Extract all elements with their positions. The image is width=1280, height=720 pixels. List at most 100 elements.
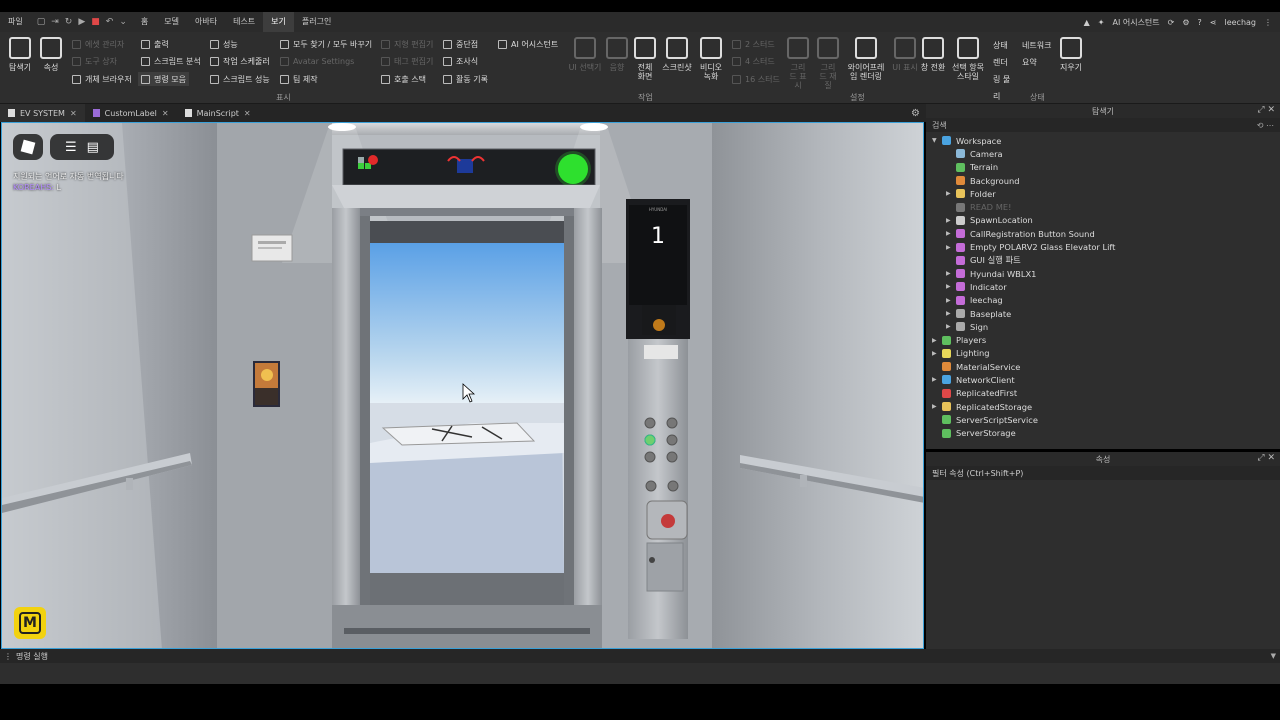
game-logo-button[interactable]: M [14, 607, 46, 639]
explorer-item[interactable]: ▶ Empty POLARV2 Glass Elevator Lift [926, 240, 1280, 253]
close-icon[interactable]: ✕ [244, 109, 251, 118]
collapsed-arrow-icon[interactable]: ▶ [946, 270, 954, 277]
explorer-item[interactable]: ▶ Folder [926, 187, 1280, 200]
stop-icon[interactable]: ■ [91, 17, 100, 27]
explorer-item[interactable]: Background [926, 174, 1280, 187]
menu-model[interactable]: 모델 [156, 12, 187, 32]
explorer-search-input[interactable]: 검색 ⟲ ⋯ [926, 118, 1280, 132]
watch-button[interactable]: 조사식 [443, 54, 478, 68]
collapsed-arrow-icon[interactable]: ▶ [946, 283, 954, 290]
selection-style-button[interactable]: 선택 항목 스타일 [951, 37, 985, 81]
settings-icon[interactable]: ⚙ [1182, 18, 1189, 27]
play-icon[interactable]: ▶ [78, 17, 85, 27]
status-render-button[interactable]: 상태 렌더링 물리 [993, 37, 1015, 101]
menu-plugins[interactable]: 플러그인 [294, 12, 339, 32]
dropdown-icon[interactable]: ⌄ [119, 17, 127, 27]
share-icon[interactable]: ⋖ [1210, 18, 1217, 27]
explorer-item[interactable]: ▼ Workspace [926, 134, 1280, 147]
wireframe-button[interactable]: 와이어프레임 렌더링 [846, 37, 886, 81]
explorer-item[interactable]: ▶ SpawnLocation [926, 214, 1280, 227]
output-button[interactable]: 출력 [141, 37, 169, 51]
explorer-item[interactable]: MaterialService [926, 360, 1280, 373]
explorer-item[interactable]: ServerScriptService [926, 413, 1280, 426]
undo-icon[interactable]: ↶ [106, 17, 114, 27]
ui-display-button[interactable]: UI 표시 [890, 37, 920, 72]
roblox-menu-button[interactable] [13, 134, 43, 160]
explorer-item[interactable]: Camera [926, 147, 1280, 160]
expanded-arrow-icon[interactable]: ▼ [932, 137, 940, 144]
object-browser-button[interactable]: 개체 브라우저 [72, 72, 132, 86]
explorer-item[interactable]: ServerStorage [926, 427, 1280, 440]
panel-controls[interactable]: ⤢ ✕ [1257, 105, 1275, 115]
asset-manager-button[interactable]: 에셋 관리자 [72, 37, 124, 51]
activity-log-button[interactable]: 활동 기록 [443, 72, 488, 86]
explorer-item[interactable]: ▶ CallRegistration Button Sound [926, 227, 1280, 240]
command-input[interactable]: 명령 실행 [16, 651, 48, 662]
hud-menu-chat-buttons[interactable]: ☰ ▤ [50, 134, 114, 160]
collapsed-arrow-icon[interactable]: ▶ [932, 376, 940, 383]
close-icon[interactable]: ✕ [162, 109, 169, 118]
close-icon[interactable]: ✕ [70, 109, 77, 118]
collapse-icon[interactable]: ▲ [1084, 18, 1090, 27]
collapsed-arrow-icon[interactable]: ▶ [946, 297, 954, 304]
stud-16-button[interactable]: 16 스터드 [732, 72, 780, 86]
tab-mainscript[interactable]: MainScript ✕ [177, 104, 259, 122]
grid-material-button[interactable]: 그리드 재질 [813, 37, 843, 90]
terrain-editor-button[interactable]: 지형 편집기 [381, 37, 433, 51]
tab-ev-system[interactable]: EV SYSTEM ✕ [0, 104, 85, 122]
tag-editor-button[interactable]: 태그 편집기 [381, 54, 433, 68]
new-file-icon[interactable]: ▢ [37, 17, 46, 27]
explorer-item[interactable]: ▶ Indicator [926, 280, 1280, 293]
collapsed-arrow-icon[interactable]: ▶ [932, 350, 940, 357]
command-bar[interactable]: ⋮ 명령 실행 ▼ [0, 649, 1280, 663]
ai-assistant-button[interactable]: AI 어시스턴트 [1112, 17, 1159, 28]
collapsed-arrow-icon[interactable]: ▶ [946, 310, 954, 317]
viewport-3d[interactable]: HYUNDAI 1 ☰ ▤ 지원되는 언어로 자동 번역됩니다 KOREAHS:… [1, 122, 924, 649]
explorer-item[interactable]: ▶ ReplicatedStorage [926, 400, 1280, 413]
assistant-icon[interactable]: ✦ [1098, 18, 1105, 27]
avatar-settings-button[interactable]: Avatar Settings [280, 54, 354, 68]
fullscreen-button[interactable]: 전체 화면 [630, 37, 660, 81]
explorer-button[interactable]: 탐색기 [5, 37, 35, 72]
collapsed-arrow-icon[interactable]: ▶ [946, 230, 954, 237]
collapsed-arrow-icon[interactable]: ▶ [946, 217, 954, 224]
script-analysis-button[interactable]: 스크립트 분석 [141, 54, 201, 68]
clear-button[interactable]: 지우기 [1056, 37, 1086, 72]
stud-4-button[interactable]: 4 스터드 [732, 54, 775, 68]
call-stack-button[interactable]: 호출 스택 [381, 72, 426, 86]
chevron-down-icon[interactable]: ▼ [1271, 652, 1276, 660]
video-record-button[interactable]: 비디오 녹화 [696, 37, 726, 81]
explorer-item[interactable]: ▶ Lighting [926, 347, 1280, 360]
collapsed-arrow-icon[interactable]: ▶ [946, 323, 954, 330]
chat-icon[interactable]: ▤ [87, 140, 99, 155]
open-file-icon[interactable]: ⇥ [51, 17, 59, 27]
notification-icon[interactable]: ⟳ [1168, 18, 1175, 27]
menu-view[interactable]: 보기 [263, 12, 294, 32]
script-performance-button[interactable]: 스크립트 성능 [210, 72, 270, 86]
panel-controls[interactable]: ⤢ ✕ [1257, 453, 1275, 463]
network-summary-button[interactable]: 네트워크 요약 [1022, 37, 1054, 67]
explorer-item[interactable]: Terrain [926, 161, 1280, 174]
team-create-button[interactable]: 팀 제작 [280, 72, 318, 86]
help-icon[interactable]: ? [1198, 18, 1202, 27]
menu-home[interactable]: 홈 [133, 12, 156, 32]
explorer-item[interactable]: READ ME! [926, 200, 1280, 213]
screenshot-button[interactable]: 스크린샷 [662, 37, 692, 72]
properties-filter-input[interactable]: 필터 속성 (Ctrl+Shift+P) [926, 466, 1280, 480]
drag-handle-icon[interactable]: ⋮ [4, 652, 12, 661]
explorer-item[interactable]: GUI 실행 파트 [926, 254, 1280, 267]
sound-button[interactable]: 음향 [602, 37, 632, 72]
menu-test[interactable]: 테스트 [225, 12, 263, 32]
switch-window-button[interactable]: 창 전환 [918, 37, 948, 72]
select-ui-button[interactable]: UI 선택기 [569, 37, 601, 72]
collapsed-arrow-icon[interactable]: ▶ [932, 337, 940, 344]
breakpoints-button[interactable]: 중단점 [443, 37, 478, 51]
explorer-item[interactable]: ▶ Baseplate [926, 307, 1280, 320]
viewport-settings-icon[interactable]: ⚙ [911, 108, 926, 119]
explorer-item[interactable]: ▶ Players [926, 333, 1280, 346]
explorer-item[interactable]: ▶ NetworkClient [926, 373, 1280, 386]
explorer-item[interactable]: ▶ Sign [926, 320, 1280, 333]
menu-avatar[interactable]: 아바타 [187, 12, 225, 32]
ai-assistant-ribbon-button[interactable]: AI 어시스턴트 [498, 37, 558, 51]
toolbox-button[interactable]: 도구 상자 [72, 54, 117, 68]
